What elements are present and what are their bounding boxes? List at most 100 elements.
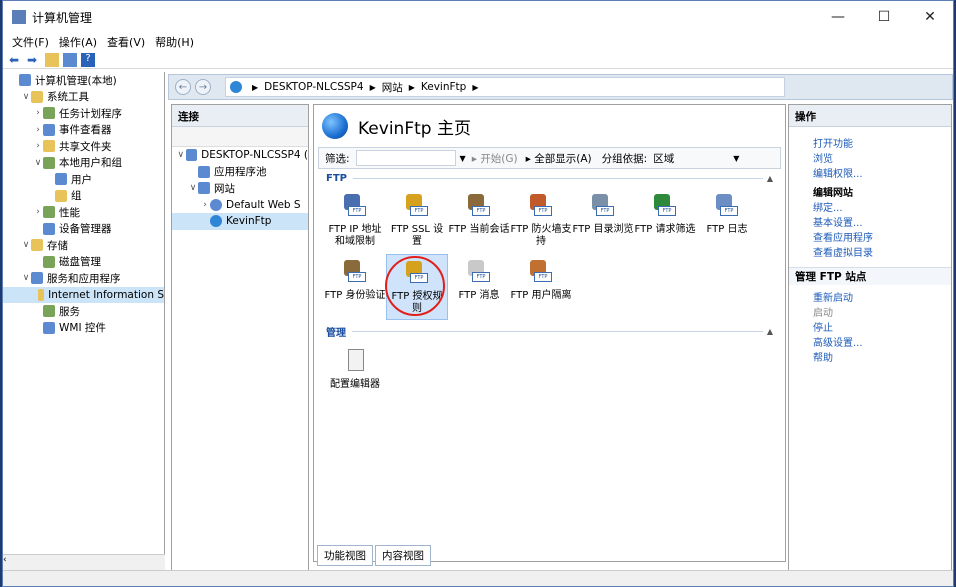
feature-item[interactable]: FTP FTP 消息: [448, 254, 510, 320]
show-all-button[interactable]: ▸ 全部显示(A): [526, 151, 592, 166]
action-link[interactable]: 高级设置...: [789, 334, 951, 349]
tree-item[interactable]: 服务: [3, 303, 164, 320]
connection-item[interactable]: › Default Web S: [172, 197, 308, 214]
action-link[interactable]: 停止: [789, 319, 951, 334]
feature-item[interactable]: FTP FTP 身份验证: [324, 254, 386, 320]
feature-item[interactable]: FTP FTP 当前会话: [448, 188, 510, 254]
forward-arrow-icon[interactable]: ➡: [27, 53, 41, 67]
expander-icon[interactable]: ›: [33, 108, 43, 118]
feature-item[interactable]: FTP FTP SSL 设置: [386, 188, 448, 254]
expander-icon[interactable]: ›: [33, 141, 43, 151]
connection-item[interactable]: ∨ DESKTOP-NLCSSP4 (: [172, 147, 308, 164]
feature-item[interactable]: FTP FTP 请求筛选: [634, 188, 696, 254]
expander-icon[interactable]: ›: [200, 200, 210, 210]
up-folder-icon[interactable]: [45, 52, 59, 67]
expander-icon[interactable]: ∨: [176, 150, 186, 160]
feature-item[interactable]: 配置编辑器: [324, 343, 386, 409]
connection-node-icon: [198, 165, 210, 178]
action-link[interactable]: 重新启动: [789, 289, 951, 304]
menu-file[interactable]: 文件(F): [7, 34, 54, 50]
feature-item[interactable]: FTP FTP 日志: [696, 188, 758, 254]
group-by-select[interactable]: 区域: [653, 151, 733, 166]
tree-item[interactable]: 磁盘管理: [3, 254, 164, 271]
action-link[interactable]: 基本设置...: [789, 214, 951, 229]
expander-icon[interactable]: ∨: [21, 273, 31, 283]
expander-icon[interactable]: ›: [33, 125, 43, 135]
group-header-manage[interactable]: 管理 ▲: [314, 320, 785, 343]
connection-item[interactable]: KevinFtp: [172, 213, 308, 230]
action-link[interactable]: 查看虚拟目录: [789, 244, 951, 259]
status-bar: [3, 570, 953, 586]
tree-item[interactable]: ∨ 系统工具: [3, 89, 164, 106]
menu-help[interactable]: 帮助(H): [150, 34, 199, 50]
back-button[interactable]: ←: [175, 79, 191, 95]
feature-item[interactable]: FTP FTP 防火墙支持: [510, 188, 572, 254]
group-by-label: 分组依据:: [601, 152, 648, 165]
tree-node-icon: [43, 156, 55, 169]
manage-ftp-site-header[interactable]: 管理 FTP 站点: [789, 267, 951, 285]
breadcrumb-server[interactable]: DESKTOP-NLCSSP4: [264, 81, 363, 93]
tree-item-label: 共享文件夹: [59, 140, 112, 153]
tree-item[interactable]: WMI 控件: [3, 320, 164, 337]
horizontal-scrollbar[interactable]: ‹: [3, 554, 165, 570]
action-link[interactable]: 浏览: [789, 150, 951, 165]
tree-item[interactable]: ∨ 服务和应用程序: [3, 270, 164, 287]
tree-item[interactable]: ∨ 本地用户和组: [3, 155, 164, 172]
expander-icon[interactable]: ∨: [21, 240, 31, 250]
back-arrow-icon[interactable]: ⬅: [9, 53, 23, 67]
tab-features-view[interactable]: 功能视图: [317, 544, 373, 566]
title-bar: 计算机管理 — ☐ ✕: [3, 1, 953, 33]
expander-icon[interactable]: ∨: [21, 92, 31, 102]
tree-item[interactable]: › 性能: [3, 204, 164, 221]
tree-item[interactable]: › 共享文件夹: [3, 138, 164, 155]
filter-input[interactable]: [355, 150, 456, 166]
action-link[interactable]: 编辑权限...: [789, 165, 951, 180]
connection-item[interactable]: ∨ 网站: [172, 180, 308, 197]
tree-item[interactable]: Internet Information S: [3, 286, 164, 303]
connection-node-icon: [198, 182, 210, 195]
toolbar: ⬅ ➡ ?: [3, 51, 953, 69]
connection-item[interactable]: 应用程序池: [172, 164, 308, 181]
tree-item[interactable]: 用户: [3, 171, 164, 188]
feature-item[interactable]: FTP FTP 目录浏览: [572, 188, 634, 254]
chevron-down-icon[interactable]: ▼: [733, 154, 739, 163]
menu-action[interactable]: 操作(A): [54, 34, 102, 50]
tree-item[interactable]: 计算机管理(本地): [3, 72, 164, 89]
help-icon[interactable]: ?: [81, 52, 95, 67]
tree-item[interactable]: › 事件查看器: [3, 122, 164, 139]
tree-item[interactable]: › 任务计划程序: [3, 105, 164, 122]
start-button[interactable]: ▸ 开始(G): [472, 151, 518, 166]
forward-button[interactable]: →: [195, 79, 211, 95]
tree-node-icon: [43, 206, 55, 219]
tree-node-icon: [43, 123, 55, 136]
maximize-button[interactable]: ☐: [861, 1, 907, 33]
menu-view[interactable]: 查看(V): [102, 34, 150, 50]
breadcrumb-sites[interactable]: 网站: [382, 80, 403, 95]
group-header-ftp[interactable]: FTP ▲: [314, 169, 785, 188]
tree-item[interactable]: ∨ 存储: [3, 237, 164, 254]
show-hide-tree-icon[interactable]: [63, 52, 77, 67]
action-link: 编辑网站: [813, 188, 853, 199]
expander-icon[interactable]: ∨: [33, 158, 43, 168]
feature-item[interactable]: FTP FTP IP 地址和域限制: [324, 188, 386, 254]
connection-node-icon: [210, 215, 222, 228]
tree-node-icon: [43, 222, 55, 235]
breadcrumb-site[interactable]: KevinFtp: [421, 81, 466, 93]
tree-node-icon: [55, 189, 67, 202]
filter-dropdown-icon[interactable]: ▼: [460, 154, 466, 163]
tab-content-view[interactable]: 内容视图: [375, 544, 431, 566]
breadcrumb[interactable]: ▶ DESKTOP-NLCSSP4 ▶ 网站 ▶ KevinFtp ▶: [225, 77, 785, 97]
tree-node-icon: [31, 272, 43, 285]
action-link[interactable]: 启动: [789, 304, 951, 319]
tree-item[interactable]: 组: [3, 188, 164, 205]
action-link[interactable]: 帮助: [789, 349, 951, 364]
expander-icon[interactable]: ›: [33, 207, 43, 217]
expander-icon[interactable]: ∨: [188, 183, 198, 193]
feature-item[interactable]: FTP FTP 用户隔离: [510, 254, 572, 320]
action-link[interactable]: 绑定...: [789, 199, 951, 214]
close-button[interactable]: ✕: [907, 1, 953, 33]
tree-item[interactable]: 设备管理器: [3, 221, 164, 238]
minimize-button[interactable]: —: [815, 1, 861, 33]
action-link[interactable]: 打开功能: [789, 135, 951, 150]
action-link[interactable]: 查看应用程序: [789, 229, 951, 244]
